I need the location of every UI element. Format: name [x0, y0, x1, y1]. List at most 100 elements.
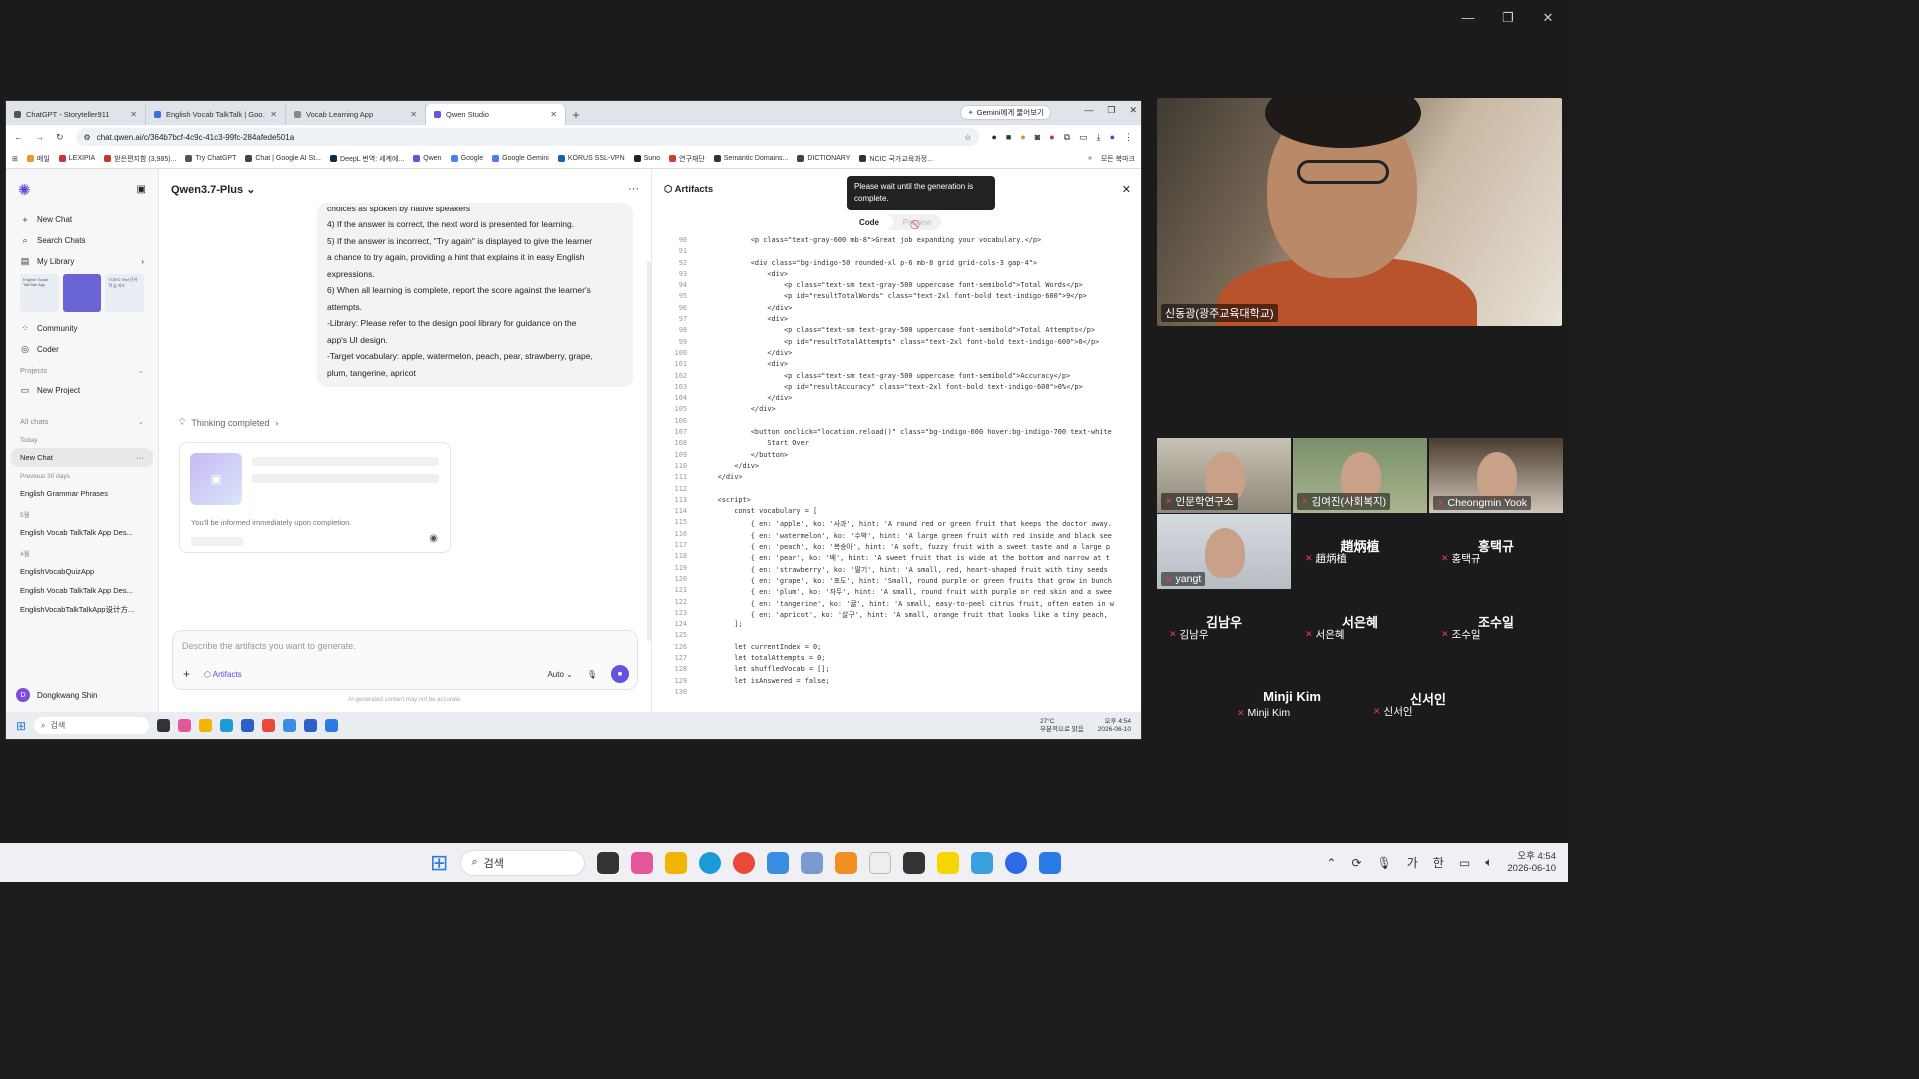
- all-bookmarks-button[interactable]: 모든 북마크: [1101, 154, 1135, 164]
- chat-item[interactable]: EnglishVocabQuizApp: [6, 562, 158, 581]
- app-icon[interactable]: [325, 719, 339, 732]
- edge-icon[interactable]: [220, 719, 234, 732]
- close-tab-icon[interactable]: ✕: [410, 110, 417, 119]
- browser-tab[interactable]: English Vocab TalkTalk | Goo… ✕: [146, 104, 286, 125]
- library-thumbnail[interactable]: English Vocab TalkTalk App: [20, 274, 59, 312]
- apps-icon[interactable]: ⊞: [12, 155, 18, 163]
- microphone-icon[interactable]: 🎙︎: [1377, 856, 1392, 870]
- zoom-icon[interactable]: [304, 719, 318, 732]
- participant-tile[interactable]: 趙炳植 ✕ 趙炳植: [1293, 514, 1427, 589]
- store-icon[interactable]: [241, 719, 255, 732]
- microphone-icon[interactable]: 🎙︎: [587, 670, 597, 679]
- bookmark-item[interactable]: Semantic Domains...: [713, 155, 788, 162]
- plus-icon[interactable]: +: [183, 667, 190, 681]
- browser-tab[interactable]: Vocab Learning App ✕: [286, 104, 426, 125]
- file-explorer-icon[interactable]: [665, 851, 688, 874]
- bookmark-item[interactable]: Suno: [633, 155, 660, 162]
- copilot-icon[interactable]: [178, 719, 192, 732]
- restore-icon[interactable]: ❐: [1488, 8, 1528, 28]
- file-icon[interactable]: [869, 851, 892, 874]
- new-project-button[interactable]: ▭ New Project: [6, 380, 158, 401]
- projects-section[interactable]: Projects ⌄: [6, 360, 158, 380]
- weather-widget[interactable]: 27°C 부분적으로 맑음: [1040, 718, 1084, 734]
- app-icon[interactable]: [283, 719, 297, 732]
- puzzle-icon[interactable]: ⧉: [1064, 132, 1070, 143]
- participant-tile[interactable]: ✕ 김여진(사회복지): [1293, 438, 1427, 513]
- more-icon[interactable]: ···: [628, 183, 639, 195]
- bookmark-item[interactable]: Try ChatGPT: [185, 155, 236, 162]
- prompt-input[interactable]: Describe the artifacts you want to gener…: [172, 630, 638, 690]
- restore-icon[interactable]: ❐: [1107, 105, 1115, 116]
- edge-icon[interactable]: [699, 851, 722, 874]
- chat-item[interactable]: English Vocab TalkTalk App Des...: [6, 581, 158, 600]
- taskbar-search[interactable]: ⌕ 검색: [34, 717, 150, 734]
- participant-tile[interactable]: 서은혜 ✕ 서은혜: [1293, 590, 1427, 665]
- forward-icon[interactable]: →: [35, 132, 44, 142]
- eye-icon[interactable]: ◉: [429, 533, 438, 544]
- chat-item[interactable]: English Vocab TalkTalk App Des...: [6, 523, 158, 542]
- clock[interactable]: 오후 4:54 2026-06-10: [1507, 851, 1556, 875]
- windows-start-icon[interactable]: ⊞: [430, 850, 448, 876]
- bookmark-item[interactable]: 받은편지함 (3,985)...: [104, 154, 176, 164]
- new-tab-button[interactable]: +: [566, 104, 586, 125]
- sticky-notes-icon[interactable]: [903, 851, 926, 874]
- close-icon[interactable]: ✕: [1528, 8, 1568, 28]
- artifacts-chip[interactable]: ⬡ Artifacts: [204, 670, 242, 679]
- mode-selector[interactable]: Auto ⌄: [547, 670, 572, 679]
- participant-tile[interactable]: 홍택규 ✕ 홍택규: [1429, 514, 1563, 589]
- new-chat-button[interactable]: + New Chat: [6, 209, 158, 230]
- back-icon[interactable]: ←: [14, 132, 23, 142]
- minimize-icon[interactable]: —: [1084, 105, 1093, 116]
- chrome-icon[interactable]: [733, 851, 756, 874]
- chat-item-selected[interactable]: New Chat ···: [11, 448, 153, 467]
- more-bookmarks-icon[interactable]: »: [1088, 155, 1092, 162]
- network-icon[interactable]: ▭: [1459, 856, 1470, 870]
- participant-tile[interactable]: ✕ 인문학연구소: [1157, 438, 1291, 513]
- cast-icon[interactable]: ▭: [1079, 132, 1088, 143]
- thinking-status[interactable]: 💡︎ Thinking completed ›: [179, 417, 278, 428]
- site-info-icon[interactable]: ⚙: [84, 133, 91, 142]
- app-icon[interactable]: [801, 851, 824, 874]
- bookmark-item[interactable]: LEXIPIA: [58, 155, 95, 162]
- close-tab-icon[interactable]: ✕: [270, 110, 277, 119]
- volume-icon[interactable]: 🔈︎: [1485, 855, 1492, 870]
- url-field[interactable]: ⚙ chat.qwen.ai/c/364b7bcf-4c9c-41c3-99fc-…: [75, 128, 980, 146]
- code-view[interactable]: 90 <p class="text-gray-600 mb-8">Great j…: [665, 236, 1125, 704]
- bookmark-item[interactable]: 메일: [26, 154, 50, 164]
- coder-button[interactable]: ◎ Coder: [6, 339, 158, 360]
- tab-code[interactable]: Code: [845, 214, 893, 230]
- shared-clock[interactable]: 오후 4:54 2026-06-10: [1098, 718, 1131, 734]
- taskview-icon[interactable]: [597, 851, 620, 874]
- participant-tile[interactable]: Minji Kim ✕ Minji Kim: [1225, 667, 1359, 742]
- gemini-button[interactable]: ✦ Gemini에게 물어보기: [960, 105, 1051, 120]
- participant-tile[interactable]: 신서인 ✕ 신서인: [1361, 667, 1495, 742]
- more-icon[interactable]: ···: [137, 453, 145, 462]
- bookmark-item[interactable]: Google Gemini: [492, 155, 549, 162]
- qwen-logo-icon[interactable]: ✺: [18, 181, 34, 199]
- model-selector[interactable]: Qwen3.7-Plus ⌄: [171, 183, 255, 196]
- close-icon[interactable]: ✕: [1129, 105, 1137, 116]
- kakaotalk-icon[interactable]: [937, 851, 960, 874]
- speaker-video[interactable]: 신동광(광주교육대학교): [1157, 98, 1562, 326]
- taskview-icon[interactable]: [157, 719, 171, 732]
- ime-indicator[interactable]: 한: [1433, 854, 1444, 871]
- app-icon[interactable]: [1039, 851, 1062, 874]
- participant-tile[interactable]: 김남우 ✕ 김남우: [1157, 590, 1291, 665]
- ime-indicator[interactable]: 가: [1407, 854, 1418, 871]
- browser-tab[interactable]: ChatGPT - Storyteller911 ✕: [6, 104, 146, 125]
- bookmark-item[interactable]: DICTIONARY: [797, 155, 850, 162]
- library-thumbnail[interactable]: [62, 274, 102, 312]
- user-profile[interactable]: D Dongkwang Shin: [16, 688, 97, 702]
- snipping-tool-icon[interactable]: [767, 851, 790, 874]
- my-library-button[interactable]: ▤ My Library ›: [6, 251, 158, 272]
- bookmark-item[interactable]: Chat | Google AI St...: [245, 155, 321, 162]
- minimize-icon[interactable]: —: [1448, 8, 1488, 28]
- bookmark-item[interactable]: 연구재단: [669, 154, 705, 164]
- chat-scrollbar[interactable]: [647, 261, 651, 641]
- chat-item[interactable]: English Grammar Phrases: [6, 484, 158, 503]
- participant-tile[interactable]: ✕ yangt: [1157, 514, 1291, 589]
- reload-icon[interactable]: ↻: [56, 132, 64, 143]
- camera-icon[interactable]: ◙: [1035, 132, 1040, 143]
- chevron-up-icon[interactable]: ⌃: [1326, 856, 1336, 870]
- browser-tab-active[interactable]: Qwen Studio ✕: [426, 104, 566, 125]
